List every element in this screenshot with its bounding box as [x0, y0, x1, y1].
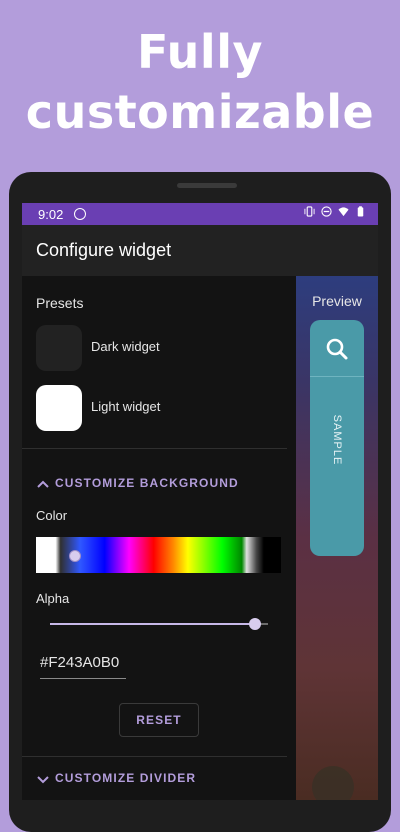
alpha-slider-fill — [50, 623, 255, 625]
preview-heading: Preview — [312, 293, 362, 309]
wifi-icon — [338, 207, 349, 217]
app-bar: Configure widget — [22, 225, 378, 276]
reset-button[interactable]: RESET — [119, 703, 199, 737]
battery-icon — [357, 206, 364, 217]
color-spectrum-picker[interactable] — [36, 537, 281, 573]
settings-panel: Presets Dark widget Light widget CUSTOMI… — [22, 276, 296, 800]
customize-background-toggle[interactable]: CUSTOMIZE BACKGROUND — [36, 475, 286, 495]
alpha-slider-thumb[interactable] — [248, 618, 261, 630]
search-icon — [326, 338, 348, 360]
preset-light-widget[interactable]: Light widget — [36, 385, 286, 431]
customize-background-label: CUSTOMIZE BACKGROUND — [55, 476, 239, 490]
alpha-slider[interactable] — [50, 616, 268, 632]
widget-sample-text: SAMPLE — [331, 414, 343, 466]
hex-color-input[interactable]: #F243A0B0 — [40, 652, 126, 679]
color-picker-thumb[interactable] — [69, 550, 81, 562]
status-time: 9:02 — [38, 207, 64, 222]
page-title: Configure widget — [36, 240, 172, 260]
promo-headline-line1: Fully — [137, 25, 263, 79]
app-icon — [312, 766, 354, 800]
section-divider — [22, 448, 287, 449]
color-label: Color — [36, 508, 68, 523]
preset-label-dark: Dark widget — [91, 339, 160, 354]
vibrate-icon — [304, 206, 315, 217]
customize-divider-label: CUSTOMIZE DIVIDER — [55, 771, 197, 785]
customize-divider-toggle[interactable]: CUSTOMIZE DIVIDER — [36, 770, 286, 790]
notification-icon — [74, 208, 86, 220]
dnd-icon — [321, 206, 332, 217]
phone-speaker — [177, 183, 237, 188]
preset-dark-widget[interactable]: Dark widget — [36, 325, 286, 371]
chevron-up-icon — [37, 480, 49, 488]
section-divider-2 — [22, 756, 287, 757]
promo-headline: Fully customizable — [0, 22, 400, 142]
presets-heading: Presets — [36, 295, 84, 311]
preset-swatch-dark — [36, 325, 82, 371]
preset-label-light: Light widget — [91, 399, 161, 414]
preset-swatch-light — [36, 385, 82, 431]
status-icons — [304, 206, 366, 217]
widget-preview: SAMPLE — [310, 320, 364, 556]
preview-panel: Preview SAMPLE — [296, 276, 378, 800]
chevron-down-icon — [37, 776, 49, 784]
alpha-label: Alpha — [36, 591, 70, 606]
status-bar: 9:02 — [22, 203, 378, 225]
promo-headline-line2: customizable — [25, 85, 375, 139]
widget-divider — [310, 376, 364, 377]
device-screen: 9:02 Configure widget Presets Dark widge… — [22, 203, 378, 800]
